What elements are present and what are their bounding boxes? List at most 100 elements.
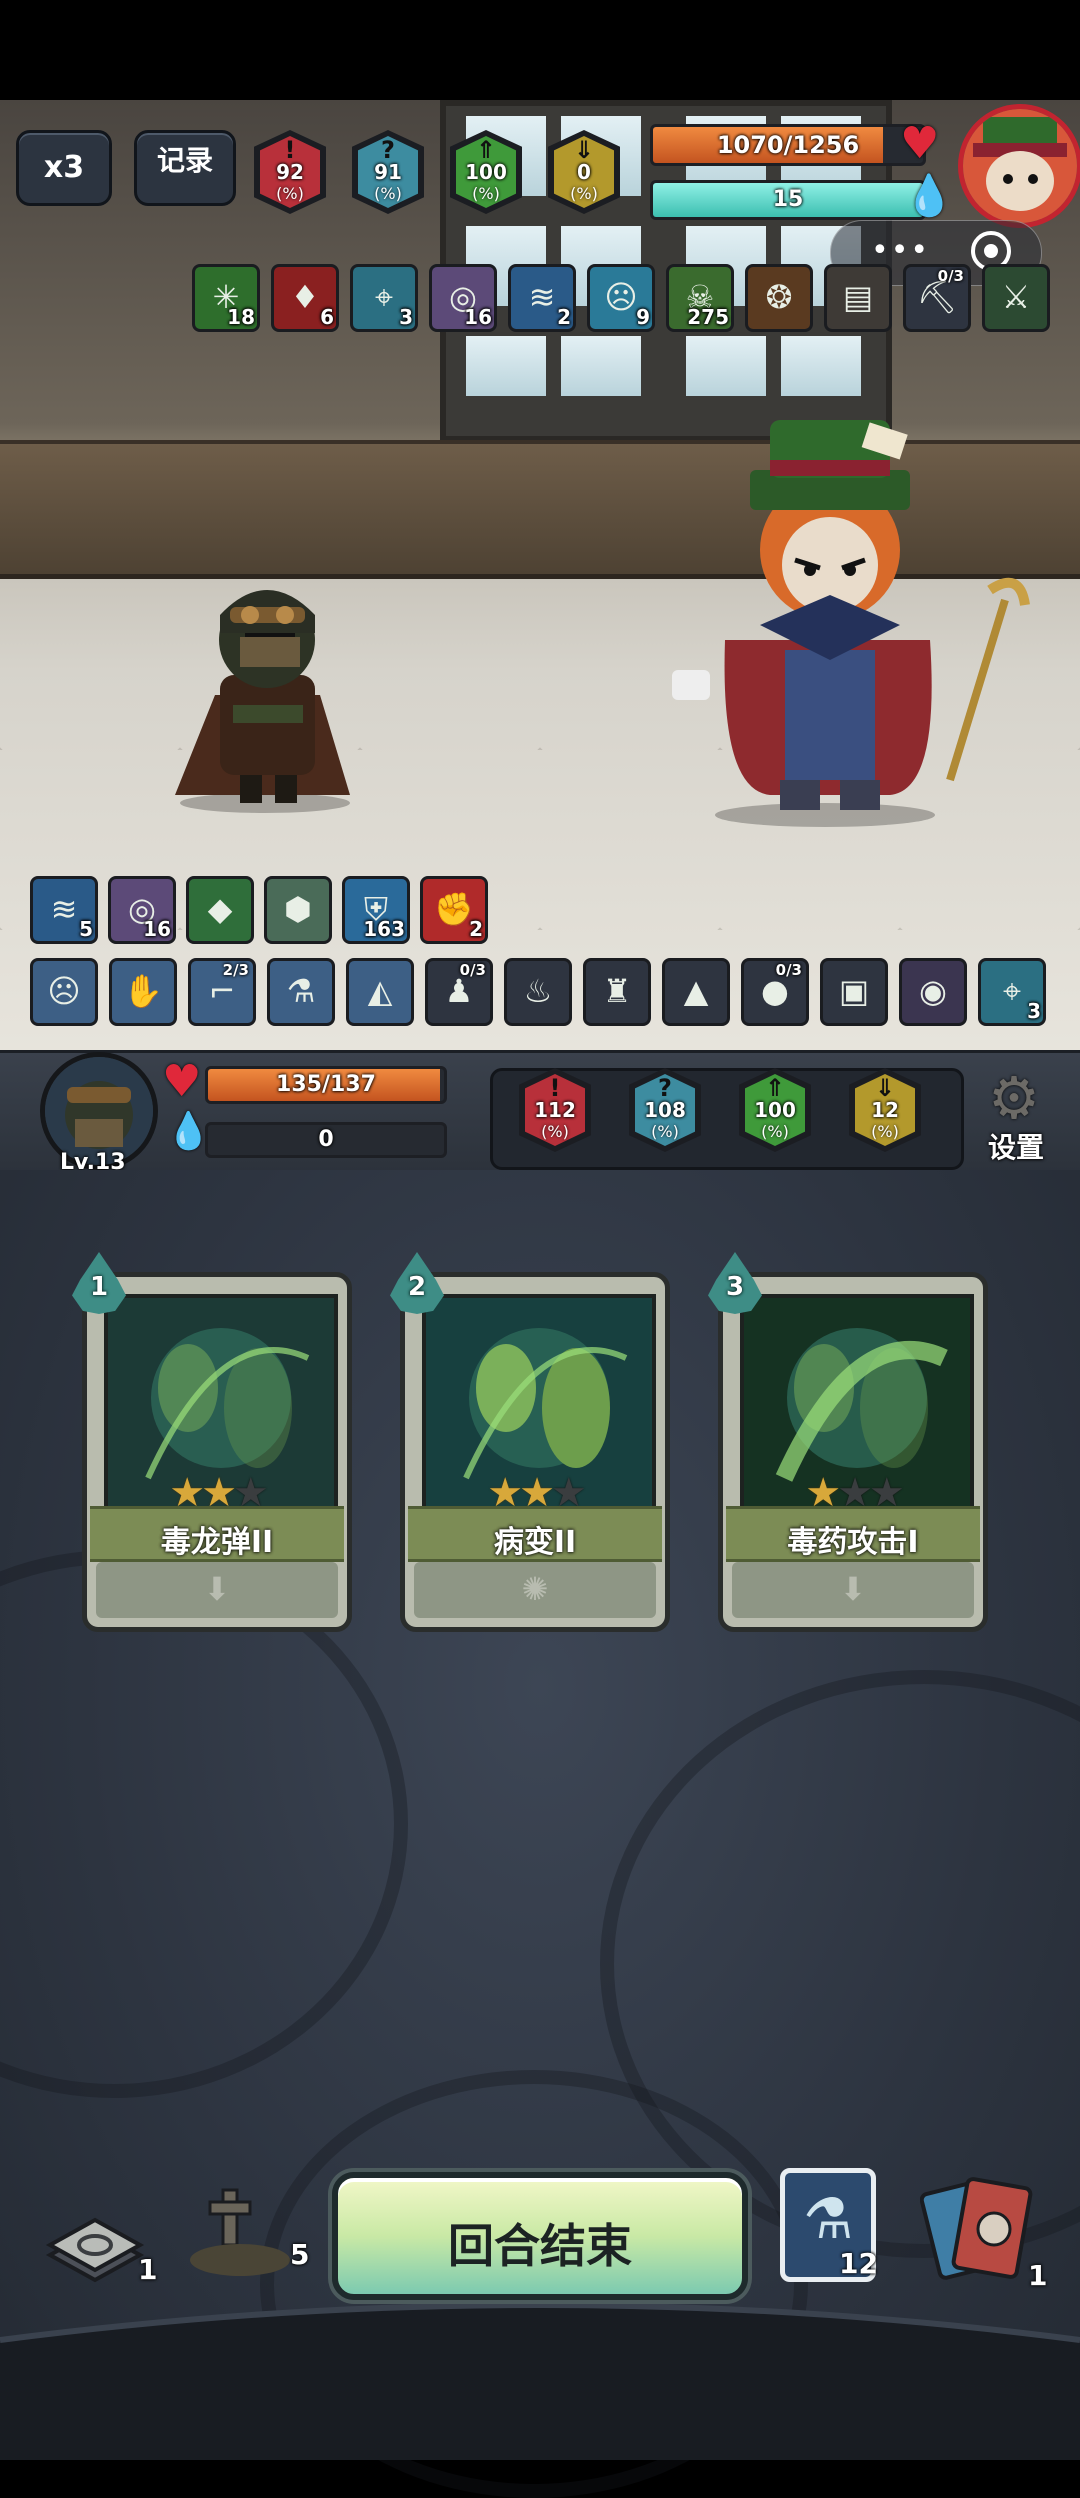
buff-spiral-icon[interactable]: ◎ 16 — [429, 264, 497, 332]
buff-glove-icon[interactable]: ✋ — [109, 958, 177, 1026]
buff-count: 16 — [464, 305, 492, 329]
buff-pouch-icon[interactable]: ♜ — [583, 958, 651, 1026]
discard-pile[interactable]: 1 — [920, 2175, 1060, 2295]
buff-card-icon[interactable]: ▣ — [820, 958, 888, 1026]
buff-green-crystal-icon[interactable]: ◆ — [186, 876, 254, 944]
turtle-shell-icon: ⬢ — [284, 890, 312, 928]
arrow-down-icon: ⬇ — [839, 1570, 867, 1608]
buff-hooded-figure-icon[interactable]: ♟ 0/3 — [425, 958, 493, 1026]
buff-count: 2 — [557, 305, 571, 329]
settings-button[interactable]: ⚙ 设置 — [972, 1064, 1068, 1166]
spiral-disc-icon: ◉ — [919, 972, 947, 1010]
buff-count: 163 — [363, 917, 405, 941]
rice-ball-icon: ▲ — [683, 972, 709, 1010]
player-stat-3[interactable]: ⇓ 12 (%) — [847, 1068, 923, 1152]
buff-ghost-face-icon[interactable]: ☹ 9 — [587, 264, 655, 332]
rock-icon: ◭ — [367, 972, 393, 1010]
arrow-down-icon: ⬇ — [203, 1570, 231, 1608]
draw-pile[interactable]: 1 — [40, 2205, 160, 2305]
skill-card[interactable]: ★★★ 毒龙弹II ⬇ 1 — [72, 1252, 352, 1632]
buff-fist-icon[interactable]: ✊ 2 — [420, 876, 488, 944]
stat-percent: (%) — [651, 1122, 679, 1141]
player-stat-2[interactable]: ⇑ 100 (%) — [737, 1068, 813, 1152]
gravestone-icon — [190, 2188, 290, 2276]
buff-crosshair-icon[interactable]: ⌖ 3 — [978, 958, 1046, 1026]
buff-rock-icon[interactable]: ◭ — [346, 958, 414, 1026]
buff-count: 3 — [399, 305, 413, 329]
stat-percent: (%) — [570, 184, 598, 203]
graveyard-count: 5 — [290, 2238, 310, 2271]
speed-button[interactable]: x3 — [16, 130, 112, 206]
skill-card[interactable]: ★★★ 毒药攻击I ⬇ 3 — [708, 1252, 988, 1632]
buff-blood-drop-icon[interactable]: ♦ 6 — [271, 264, 339, 332]
card-name: 毒龙弹II — [160, 1525, 274, 1560]
gear-icon: ⚙ — [988, 1064, 1040, 1132]
buff-flask-icon[interactable]: ⚗ — [267, 958, 335, 1026]
enemy-stat-2[interactable]: ⇑ 100 (%) — [448, 130, 524, 214]
stat-percent: (%) — [871, 1122, 899, 1141]
potion-button[interactable]: ⚗ 12 — [780, 2168, 878, 2282]
buff-spiral-icon[interactable]: ◎ 16 — [108, 876, 176, 944]
stat-value: 100 — [754, 1098, 796, 1122]
buff-turtle-shell-icon[interactable]: ⬢ — [264, 876, 332, 944]
player-stat-0[interactable]: ! 112 (%) — [517, 1068, 593, 1152]
potion-bottle-icon: ⚗ — [803, 2187, 854, 2252]
enemy-shield-text: 15 — [772, 187, 804, 212]
buff-golden-brain-icon[interactable]: ❂ — [745, 264, 813, 332]
enemy-stat-1[interactable]: ? 91 (%) — [350, 130, 426, 214]
more-icon[interactable]: ••• — [871, 233, 930, 268]
buff-gun-icon[interactable]: ⌐ 2/3 — [188, 958, 256, 1026]
card-name: 毒药攻击I — [787, 1525, 919, 1560]
stat-percent: (%) — [761, 1122, 789, 1141]
stat-value: 100 — [465, 160, 507, 184]
flask-icon: ⚗ — [286, 972, 316, 1010]
buff-spiral-disc-icon[interactable]: ◉ — [899, 958, 967, 1026]
buff-chili-icon[interactable]: ♨ — [504, 958, 572, 1026]
graveyard-pile[interactable]: 5 — [185, 2180, 325, 2300]
green-crystal-icon: ◆ — [207, 890, 233, 928]
stat-percent: (%) — [276, 184, 304, 203]
player-stat-1[interactable]: ? 108 (%) — [627, 1068, 703, 1152]
settings-label: 设置 — [988, 1131, 1045, 1164]
buff-book-icon[interactable]: ▤ — [824, 264, 892, 332]
buff-dodge-swirl-icon[interactable]: ≋ 2 — [508, 264, 576, 332]
record-button[interactable]: 记录 — [134, 130, 236, 206]
status-bar — [0, 0, 1080, 100]
buff-count: 5 — [79, 917, 93, 941]
skill-card[interactable]: ★★★ 病变II ✺ 2 — [390, 1252, 670, 1632]
buff-crosshair-icon[interactable]: ⌖ 3 — [350, 264, 418, 332]
enemy-stat-0[interactable]: ! 92 (%) — [252, 130, 328, 214]
stat-value: 92 — [276, 160, 304, 184]
buff-count: 16 — [143, 917, 171, 941]
card-cost: 2 — [390, 1252, 444, 1314]
player-hp-bar: 135/137 — [205, 1066, 447, 1104]
player-character[interactable] — [145, 555, 375, 815]
buff-pickaxe-icon[interactable]: ⛏ 0/3 — [903, 264, 971, 332]
buff-shield-icon[interactable]: ⛨ 163 — [342, 876, 410, 944]
card-cost-value: 1 — [89, 1272, 109, 1302]
player-shield-bar: 0 — [205, 1122, 447, 1158]
whistle-icon: ✺ — [521, 1570, 549, 1608]
enemy-stat-3[interactable]: ⇓ 0 (%) — [546, 130, 622, 214]
buff-dodge-swirl-icon[interactable]: ≋ 5 — [30, 876, 98, 944]
chili-icon: ♨ — [523, 972, 553, 1010]
buff-poison-skull-icon[interactable]: ☠ 275 — [666, 264, 734, 332]
buff-mask-icon[interactable]: ☹ — [30, 958, 98, 1026]
enemy-mad-hatter[interactable] — [650, 420, 1050, 830]
card-cost-value: 2 — [407, 1272, 427, 1302]
card-name: 病变II — [493, 1525, 577, 1560]
card-cost: 3 — [708, 1252, 762, 1314]
draw-pile-count: 1 — [138, 2253, 158, 2286]
end-turn-button[interactable]: 回合结束 — [332, 2172, 748, 2300]
player-hp-text: 135/137 — [276, 1072, 376, 1097]
buff-progress: 0/3 — [459, 961, 486, 979]
buff-count: 9 — [636, 305, 650, 329]
buff-count: 3 — [1027, 999, 1041, 1023]
pouch-icon: ♜ — [602, 972, 632, 1010]
enemy-avatar[interactable] — [958, 104, 1080, 228]
buff-green-dagger-icon[interactable]: ⚔ — [982, 264, 1050, 332]
buff-red-orb-icon[interactable]: ● 0/3 — [741, 958, 809, 1026]
buff-rice-ball-icon[interactable]: ▲ — [662, 958, 730, 1026]
buff-virus-burst-icon[interactable]: ✳ 18 — [192, 264, 260, 332]
end-turn-label: 回合结束 — [448, 2219, 632, 2273]
